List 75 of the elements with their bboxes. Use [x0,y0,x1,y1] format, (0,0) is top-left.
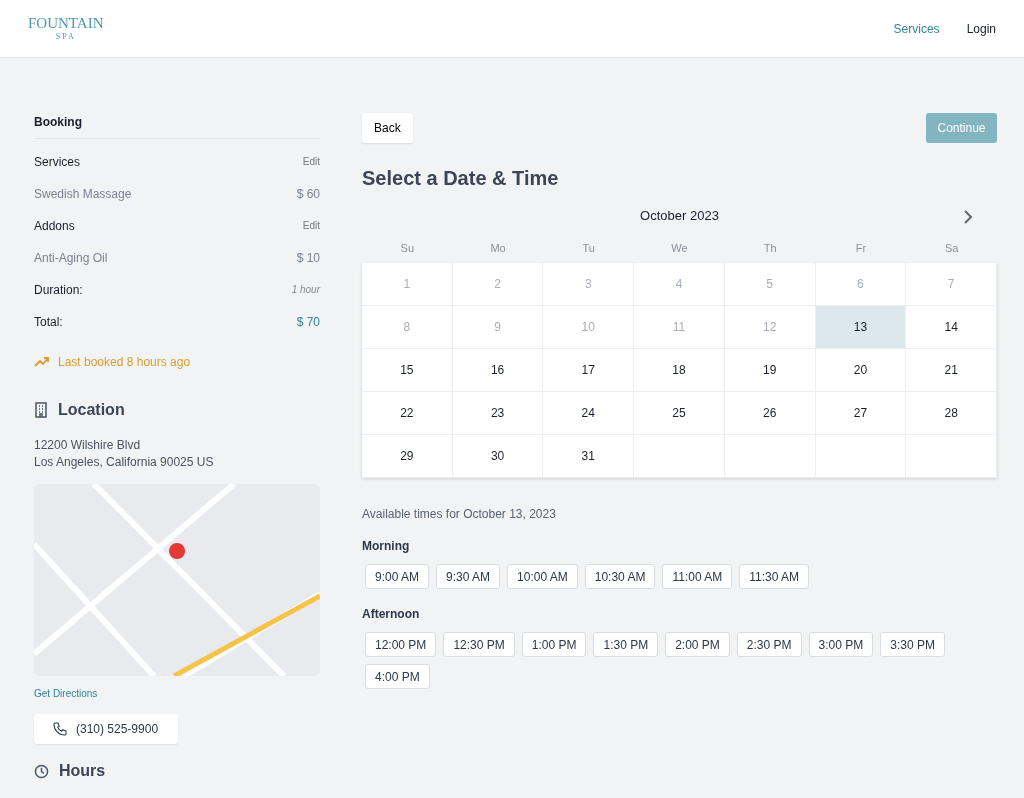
weekday-label: Su [399,242,416,254]
address-line: 12200 Wilshire Blvd [34,437,142,454]
calendar-day[interactable]: 30 [452,435,544,478]
back-button[interactable]: Back [362,113,413,143]
time-group-label: Morning [362,539,411,553]
calendar-day[interactable]: 17 [543,349,635,392]
weekday-label: Th [762,242,778,254]
weekday-label: Fr [854,242,868,254]
page-title: Select a Date & Time [362,167,560,190]
section-label: Addons [34,218,75,233]
hours-heading: Hours [59,762,106,780]
location-heading: Location [58,401,125,419]
calendar-day[interactable]: 13 [815,306,907,349]
section-label: Services [34,154,80,169]
calendar-day[interactable]: 28 [906,392,997,435]
time-slot-button[interactable]: 10:30 AM [584,564,656,589]
item-price: $ 10 [296,250,320,265]
calendar-day[interactable]: 26 [724,392,816,435]
calendar-day[interactable]: 14 [906,306,997,349]
time-slot-button[interactable]: 3:00 PM [808,632,874,657]
calendar-day[interactable]: 15 [362,349,453,392]
time-slot-button[interactable]: 3:30 PM [880,632,945,657]
calendar-day[interactable]: 16 [452,349,544,392]
time-slot-button[interactable]: 9:00 AM [365,564,430,589]
item-price: $ 60 [296,186,320,201]
weekday-label: Tu [581,242,596,254]
time-slot-button[interactable]: 4:00 PM [365,664,430,689]
calendar-day[interactable]: 21 [906,349,997,392]
calendar-day[interactable]: 22 [362,392,453,435]
calendar-day[interactable]: 31 [543,435,635,478]
time-slot-button[interactable]: 12:30 PM [443,632,515,657]
time-slot-button[interactable]: 11:30 AM [739,564,810,589]
trending-up-icon [34,356,50,368]
phone-button[interactable]: (310) 525-9900 [34,714,178,744]
calendar-day[interactable]: 23 [452,392,544,435]
time-slot-button[interactable]: 9:30 AM [436,564,501,589]
directions-link[interactable]: Get Directions [34,688,98,699]
weekday-label: Mo [489,242,507,254]
time-slot-button[interactable]: 12:00 PM [365,632,437,657]
calendar-day[interactable]: 19 [724,349,816,392]
time-slot-button[interactable]: 1:00 PM [521,632,587,657]
calendar-day[interactable]: 18 [634,349,725,392]
calendar-day[interactable]: 20 [815,349,907,392]
time-slot-button[interactable]: 1:30 PM [593,632,659,657]
duration-label: Duration: [34,282,83,297]
time-slot-button[interactable]: 11:00 AM [662,564,733,589]
calendar-day[interactable]: 29 [362,435,453,478]
available-times-caption: Available times for October 13, 2023 [362,507,557,521]
calendar-day[interactable]: 24 [543,392,635,435]
calendar-day[interactable]: 25 [634,392,725,435]
next-month-icon[interactable] [963,209,973,225]
total-label: Total: [34,314,63,329]
clock-icon [34,763,49,779]
time-group-label: Afternoon [362,607,421,621]
item-name: Anti-Aging Oil [34,250,108,265]
edit-link[interactable]: Edit [302,220,320,231]
weekday-label: We [670,242,689,254]
edit-link[interactable]: Edit [302,156,320,167]
logo-subtitle: SPA [55,33,76,41]
time-slot-button[interactable]: 2:00 PM [665,632,730,657]
nav-link[interactable]: Services [893,21,940,36]
time-slot-button[interactable]: 10:00 AM [507,564,578,589]
month-label: October 2023 [640,208,719,223]
time-slot-button[interactable]: 2:30 PM [736,632,802,657]
total-value: $ 70 [296,314,320,329]
weekday-label: Sa [943,242,960,254]
last-booked-text: Last booked 8 hours ago [58,355,191,369]
building-icon [34,402,48,418]
calendar-day[interactable]: 27 [815,392,907,435]
item-name: Swedish Massage [34,186,132,201]
address-line: Los Angeles, California 90025 US [34,454,215,471]
duration-value: 1 hour [291,284,320,295]
phone-icon [52,721,68,737]
booking-title: Booking [34,115,320,139]
nav-link[interactable]: Login [966,21,996,36]
